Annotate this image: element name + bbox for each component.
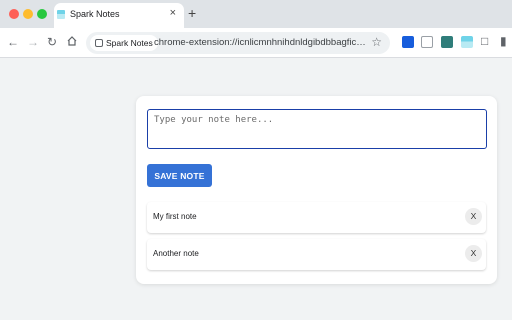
close-tab-icon[interactable]: × — [170, 7, 176, 19]
note-text: Another note — [153, 249, 199, 258]
tab-title: Spark Notes — [70, 9, 120, 19]
new-tab-button[interactable]: + — [188, 5, 196, 21]
delete-note-button[interactable]: X — [465, 245, 482, 262]
bitwarden-icon[interactable] — [402, 36, 414, 48]
browser-toolbar: ← → ↻ Spark Notes chrome-extension://icn… — [0, 28, 512, 58]
save-note-button[interactable]: SAVE NOTE — [147, 164, 212, 187]
note-item: Another note X — [147, 239, 486, 270]
notes-popup: SAVE NOTE My first note X Another note X — [136, 96, 497, 284]
reload-icon[interactable]: ↻ — [47, 35, 57, 49]
home-icon[interactable] — [66, 35, 78, 50]
notepad-icon — [57, 10, 65, 19]
note-text: My first note — [153, 212, 197, 221]
note-item: My first note X — [147, 202, 486, 233]
address-bar[interactable]: Spark Notes chrome-extension://icnlicmnh… — [86, 32, 390, 54]
url-text[interactable]: chrome-extension://icnlicmnhnihdnldgibdb… — [154, 37, 370, 48]
maximize-window-button[interactable] — [37, 9, 47, 19]
note-input[interactable] — [147, 109, 487, 149]
site-chip-label: Spark Notes — [106, 38, 153, 48]
spark-notes-icon[interactable] — [461, 36, 473, 48]
forward-arrow-icon[interactable]: → — [27, 35, 39, 49]
reader-icon[interactable] — [421, 36, 433, 48]
site-info-chip[interactable]: Spark Notes — [90, 35, 158, 51]
bookmark-star-icon[interactable]: ☆ — [371, 35, 382, 49]
close-window-button[interactable] — [9, 9, 19, 19]
minimize-window-button[interactable] — [23, 9, 33, 19]
tab-spark-notes[interactable]: Spark Notes × — [54, 3, 184, 28]
tab-strip: Spark Notes × + — [0, 0, 512, 28]
sidebar-icon[interactable]: ▮ — [500, 34, 507, 48]
delete-note-button[interactable]: X — [465, 208, 482, 225]
extension-page-icon — [95, 39, 103, 47]
back-arrow-icon[interactable]: ← — [7, 35, 19, 49]
extension-icon[interactable] — [441, 36, 453, 48]
puzzle-icon[interactable]: □ — [481, 34, 488, 48]
